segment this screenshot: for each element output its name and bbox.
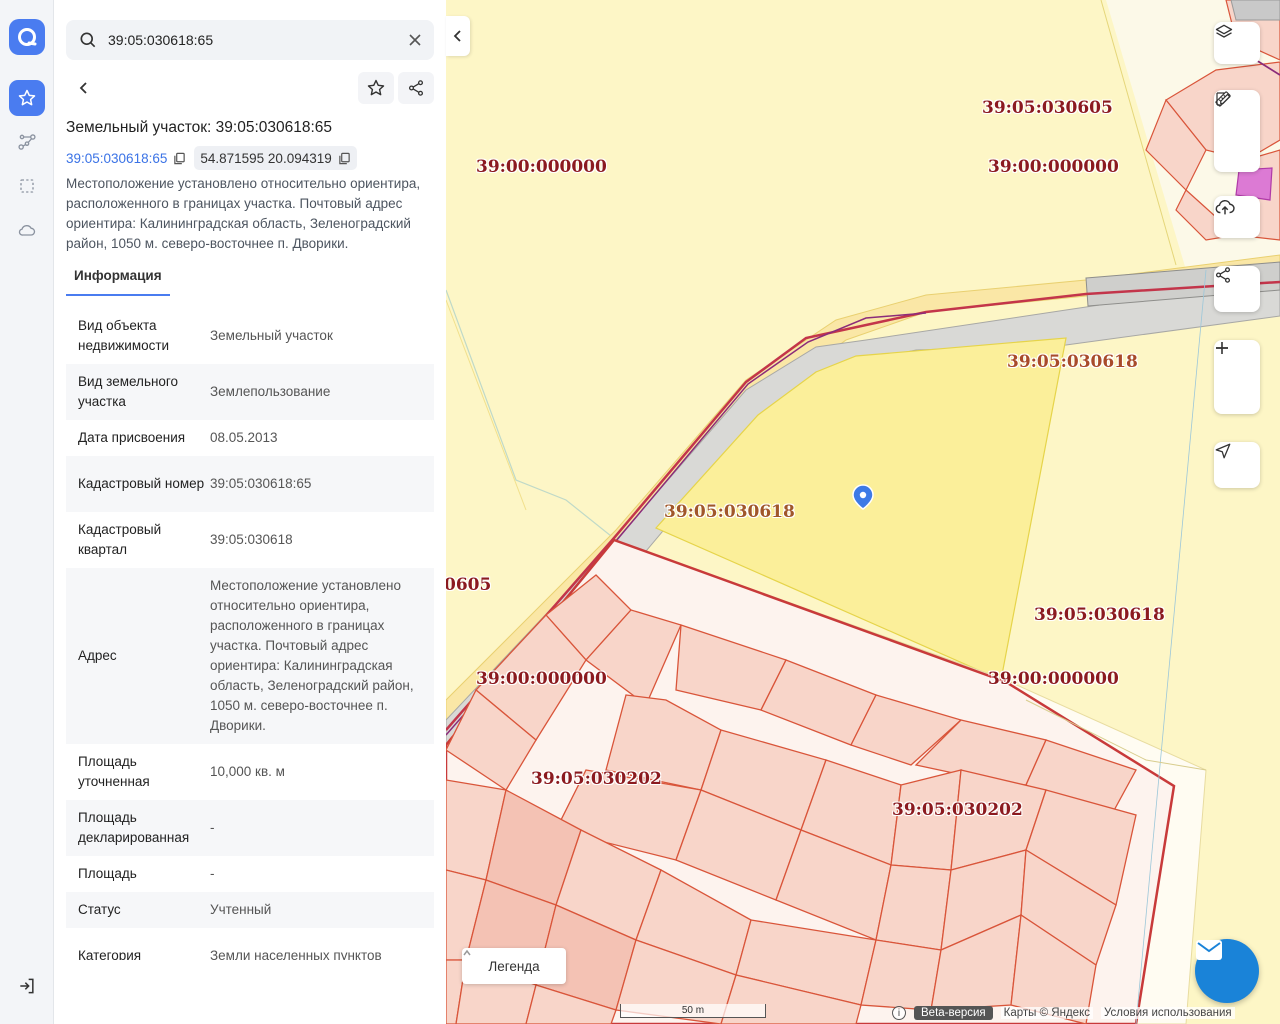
cloud-icon [18, 225, 36, 236]
table-row: Площадь декларированная - [66, 800, 434, 856]
layers-icon [1215, 24, 1233, 38]
map-attribution: i Beta-версия Карты © Яндекс Условия исп… [892, 1004, 1235, 1022]
app-logo-icon[interactable] [9, 19, 45, 55]
chevron-left-icon [453, 30, 461, 42]
table-row: Площадь уточненная 10,000 кв. м [66, 744, 434, 800]
table-row: Кадастровый номер 39:05:030618:65 [66, 456, 434, 512]
row-key: Площадь [78, 866, 137, 881]
map-label: 39:05:030605 [982, 98, 1113, 118]
share-icon [1215, 267, 1231, 283]
row-key: Адрес [78, 648, 117, 663]
map-label: 39:05:030202 [892, 800, 1023, 820]
map-share-button[interactable] [1214, 266, 1260, 312]
mail-icon [1196, 940, 1222, 960]
scale-bar: 50 m [620, 1004, 766, 1018]
cloud-button[interactable] [9, 212, 45, 248]
edit-icon [1216, 92, 1231, 106]
selection-icon [20, 179, 34, 193]
left-rail [0, 0, 54, 1024]
star-icon [18, 89, 36, 106]
row-key: Дата присвоения [78, 430, 186, 445]
edit-button[interactable] [1214, 92, 1260, 162]
map-label: 0605 [446, 575, 492, 595]
row-key: Вид земельного участка [78, 374, 179, 409]
row-value: Земли населенных пунктов [210, 948, 382, 960]
navigation-arrow-icon [1215, 443, 1231, 459]
row-value: Учтенный [210, 902, 272, 917]
row-key: Вид объекта недвижимости [78, 318, 170, 353]
minus-icon [1216, 347, 1228, 349]
info-table: Вид объекта недвижимости Земельный участо… [66, 308, 434, 960]
zoom-controls [1214, 340, 1260, 414]
row-key: Кадастровый квартал [78, 522, 162, 557]
legend-label: Легенда [488, 958, 540, 974]
legend-button[interactable]: Легенда [462, 948, 566, 984]
table-row: Вид объекта недвижимости Земельный участо… [66, 308, 434, 364]
feedback-button[interactable] [1195, 939, 1259, 1003]
table-row: Статус Учтенный [66, 892, 434, 928]
beta-badge: Beta-версия [914, 1006, 993, 1020]
upload-button[interactable] [1214, 196, 1260, 238]
chevron-up-icon [463, 949, 471, 956]
map-canvas [446, 0, 1280, 1024]
row-value: - [210, 820, 215, 835]
layers-button[interactable] [1214, 22, 1260, 64]
row-value: 39:05:030618:65 [210, 476, 312, 491]
selection-button[interactable] [9, 168, 45, 204]
row-key: Площадь уточненная [78, 754, 150, 789]
row-value: Землепользование [210, 384, 331, 399]
logout-icon [20, 978, 34, 994]
row-key: Кадастровый номер [78, 476, 205, 491]
map-label: 39:05:030618 [1034, 605, 1165, 625]
table-row: Площадь - [66, 856, 434, 892]
map-view[interactable]: 39:05:030605 39:00:000000 39:00:000000 3… [446, 0, 1280, 1024]
info-panel: 39:05:030618:65 Земельный участок: 39:05… [54, 0, 446, 1024]
routes-button[interactable] [9, 124, 45, 160]
map-label: 39:05:030618 [1007, 352, 1138, 372]
row-value: Местоположение установлено относительно … [210, 578, 414, 733]
map-label: 39:00:000000 [988, 157, 1119, 177]
map-label: 39:00:000000 [476, 157, 607, 177]
row-key: Категория [78, 948, 142, 960]
info-icon[interactable]: i [892, 1006, 906, 1020]
row-value: 08.05.2013 [210, 430, 278, 445]
zoom-out-button[interactable] [1214, 347, 1260, 412]
row-key: Площадь декларированная [78, 810, 190, 845]
row-key: Статус [78, 902, 121, 917]
maps-copyright[interactable]: Карты © Яндекс [1000, 1007, 1093, 1019]
map-label: 39:05:030202 [531, 769, 662, 789]
row-value: 10,000 кв. м [210, 764, 285, 779]
table-row: Вид земельного участка Землепользование [66, 364, 434, 420]
favorites-button[interactable] [9, 80, 45, 116]
map-label: 39:00:000000 [988, 669, 1119, 689]
route-icon [18, 134, 36, 150]
rows-viewport: Вид объекта недвижимости Земельный участо… [54, 0, 446, 960]
table-row: Категория Земли населенных пунктов [66, 928, 434, 960]
map-label: 39:05:030618 [664, 502, 795, 522]
logout-button[interactable] [9, 968, 45, 1004]
row-value: - [210, 866, 215, 881]
map-label: 39:00:000000 [476, 669, 607, 689]
row-value: 39:05:030618 [210, 532, 293, 547]
row-value: Земельный участок [210, 328, 333, 343]
geolocate-button[interactable] [1214, 442, 1260, 488]
cloud-upload-icon [1215, 199, 1235, 215]
table-row: Адрес Местоположение установлено относите… [66, 568, 434, 744]
tools-group [1214, 90, 1260, 172]
terms-link[interactable]: Условия использования [1100, 1007, 1235, 1019]
table-row: Дата присвоения 08.05.2013 [66, 420, 434, 456]
collapse-panel-button[interactable] [446, 16, 470, 56]
table-row: Кадастровый квартал 39:05:030618 [66, 512, 434, 568]
